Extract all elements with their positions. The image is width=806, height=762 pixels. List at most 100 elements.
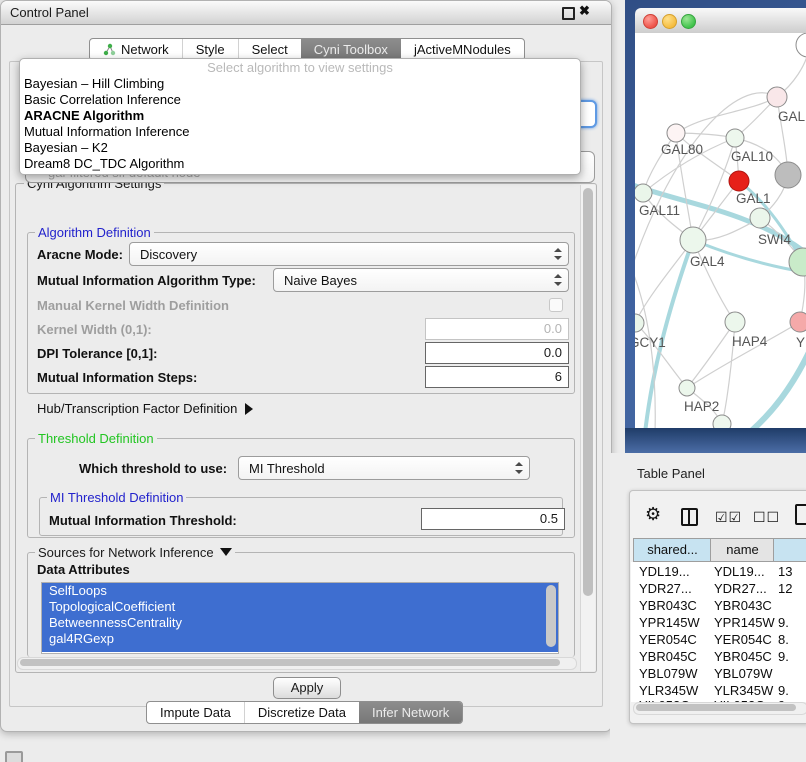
node-pink-right[interactable]: [790, 312, 806, 332]
which-threshold-combo[interactable]: MI Threshold: [238, 456, 530, 480]
table-cell[interactable]: YDL19...: [714, 564, 765, 579]
checked-boxes-icon[interactable]: ☑☑: [715, 509, 742, 526]
close-traffic-icon[interactable]: [643, 14, 658, 29]
table-cell[interactable]: YLR345W: [639, 683, 698, 698]
table-cell[interactable]: YPR145W: [714, 615, 775, 630]
network-window-bottom-frame: [625, 428, 806, 453]
node-green-right[interactable]: [789, 248, 806, 276]
node-gcy1[interactable]: [635, 314, 644, 332]
table-cell[interactable]: YLR345W: [714, 683, 773, 698]
column-header-partial[interactable]: [773, 538, 806, 562]
list-item-betweennesscentrality[interactable]: BetweennessCentrality: [42, 615, 558, 631]
mi-threshold-field[interactable]: 0.5: [421, 508, 565, 530]
settings-horizontal-scrollbar[interactable]: [17, 657, 577, 670]
tab-discretize-data[interactable]: Discretize Data: [244, 702, 359, 723]
list-item-selfloops[interactable]: SelfLoops: [42, 583, 558, 599]
tab-network[interactable]: Network: [90, 39, 182, 60]
table-cell[interactable]: YBR045C: [639, 649, 697, 664]
table-cell[interactable]: 9.: [778, 649, 789, 664]
aracne-mode-combo[interactable]: Discovery: [129, 242, 569, 266]
attributes-scrollbar-thumb[interactable]: [546, 585, 556, 647]
table-cell[interactable]: YER054C: [639, 632, 697, 647]
tab-impute-data[interactable]: Impute Data: [147, 702, 244, 723]
node-label: GCY1: [635, 335, 666, 350]
node-label: Y: [796, 335, 805, 350]
apply-button[interactable]: Apply: [273, 677, 341, 699]
menu-item-basic-correlation[interactable]: Basic Correlation Inference: [20, 92, 580, 108]
settings-horizontal-scrollbar-thumb[interactable]: [20, 659, 560, 666]
node-gal-top[interactable]: [767, 87, 787, 107]
table-cell[interactable]: YDL19...: [639, 564, 690, 579]
table-cell[interactable]: YBR045C: [714, 649, 772, 664]
node-gal4[interactable]: [680, 227, 706, 253]
table-cell[interactable]: YPR145W: [639, 615, 700, 630]
menu-item-mutual-information[interactable]: Mutual Information Inference: [20, 124, 580, 140]
node-partial-top[interactable]: [796, 33, 806, 57]
split-columns-icon[interactable]: [681, 508, 698, 526]
node-hap2[interactable]: [679, 380, 695, 396]
node-swi4[interactable]: [750, 208, 770, 228]
zoom-traffic-icon[interactable]: [681, 14, 696, 29]
table-cell[interactable]: 9.: [778, 683, 789, 698]
list-item-partial[interactable]: [42, 647, 558, 652]
tab-jactivemnodules[interactable]: jActiveMNodules: [401, 39, 524, 60]
node-gal80[interactable]: [667, 124, 685, 142]
tab-select[interactable]: Select: [238, 39, 301, 60]
column-header-name[interactable]: name: [710, 538, 775, 562]
settings-vertical-scrollbar[interactable]: [580, 185, 595, 671]
menu-item-bayesian-hill-climbing[interactable]: Bayesian – Hill Climbing: [20, 76, 580, 92]
which-threshold-value: MI Threshold: [239, 461, 515, 476]
table-cell[interactable]: YBL079W: [639, 666, 698, 681]
menu-item-aracne[interactable]: ARACNE Algorithm: [20, 108, 580, 124]
menu-item-dream8[interactable]: Dream8 DC_TDC Algorithm: [20, 156, 580, 172]
dpi-tolerance-field[interactable]: 0.0: [425, 342, 569, 364]
table-cell[interactable]: YDR27...: [639, 581, 692, 596]
data-attributes-label: Data Attributes: [37, 562, 130, 577]
hub-definition-toggle[interactable]: Hub/Transcription Factor Definition: [37, 401, 253, 416]
collapsed-panel-icon[interactable]: [5, 751, 23, 762]
network-canvas[interactable]: GAL GAL80 GAL10 GAL1 GAL11 SWI4 GAL4 GCY…: [635, 33, 806, 428]
node-partial-bottom[interactable]: [713, 415, 731, 428]
aracne-mode-label: Aracne Mode:: [37, 247, 123, 262]
list-item-topologicalcoefficient[interactable]: TopologicalCoefficient: [42, 599, 558, 615]
column-header-shared-name[interactable]: shared...: [633, 538, 712, 562]
table-rows: YDL19... YDL19... 13 YDR27... YDR27... 1…: [631, 562, 806, 702]
close-icon[interactable]: ✖: [579, 3, 590, 19]
unchecked-boxes-icon[interactable]: ☐☐: [753, 509, 780, 526]
tab-infer-network[interactable]: Infer Network: [359, 702, 462, 723]
kernel-width-field[interactable]: 0.0: [425, 318, 569, 340]
table-horizontal-scrollbar[interactable]: [633, 702, 806, 715]
table-cell[interactable]: YDR27...: [714, 581, 767, 596]
node-gal11[interactable]: [635, 184, 652, 202]
minimize-traffic-icon[interactable]: [662, 14, 677, 29]
network-window-titlebar[interactable]: [635, 8, 806, 34]
gear-icon[interactable]: ⚙: [645, 504, 661, 525]
table-horizontal-scrollbar-thumb[interactable]: [636, 704, 796, 711]
table-cell[interactable]: YER054C: [714, 632, 772, 647]
settings-vertical-scrollbar-thumb[interactable]: [583, 188, 593, 596]
table-cell[interactable]: 9.: [778, 615, 789, 630]
list-item-gal4rgexp[interactable]: gal4RGexp: [42, 631, 558, 647]
mi-type-combo[interactable]: Naive Bayes: [273, 268, 569, 292]
table-cell[interactable]: YBR043C: [714, 598, 772, 613]
manual-kernel-checkbox[interactable]: [549, 298, 563, 312]
node-hap4[interactable]: [725, 312, 745, 332]
mi-steps-field[interactable]: 6: [425, 366, 569, 388]
network-edges-thick: [635, 181, 806, 428]
node-gray[interactable]: [775, 162, 801, 188]
table-cell[interactable]: YBR043C: [639, 598, 697, 613]
menu-item-bayesian-k2[interactable]: Bayesian – K2: [20, 140, 580, 156]
tab-style[interactable]: Style: [182, 39, 238, 60]
table-cell[interactable]: 13: [778, 564, 792, 579]
mi-type-label: Mutual Information Algorithm Type:: [37, 273, 256, 288]
float-window-icon[interactable]: [562, 7, 575, 20]
control-panel-titlebar[interactable]: Control Panel ✖: [1, 1, 611, 25]
table-cell[interactable]: YBL079W: [714, 666, 773, 681]
table-cell[interactable]: 12: [778, 581, 792, 596]
node-gal10[interactable]: [726, 129, 744, 147]
sources-group-title[interactable]: Sources for Network Inference: [35, 545, 235, 560]
table-cell[interactable]: 8.: [778, 632, 789, 647]
node-gal1[interactable]: [729, 171, 749, 191]
tab-cyni-toolbox[interactable]: Cyni Toolbox: [301, 39, 401, 60]
page-icon[interactable]: [795, 504, 806, 525]
